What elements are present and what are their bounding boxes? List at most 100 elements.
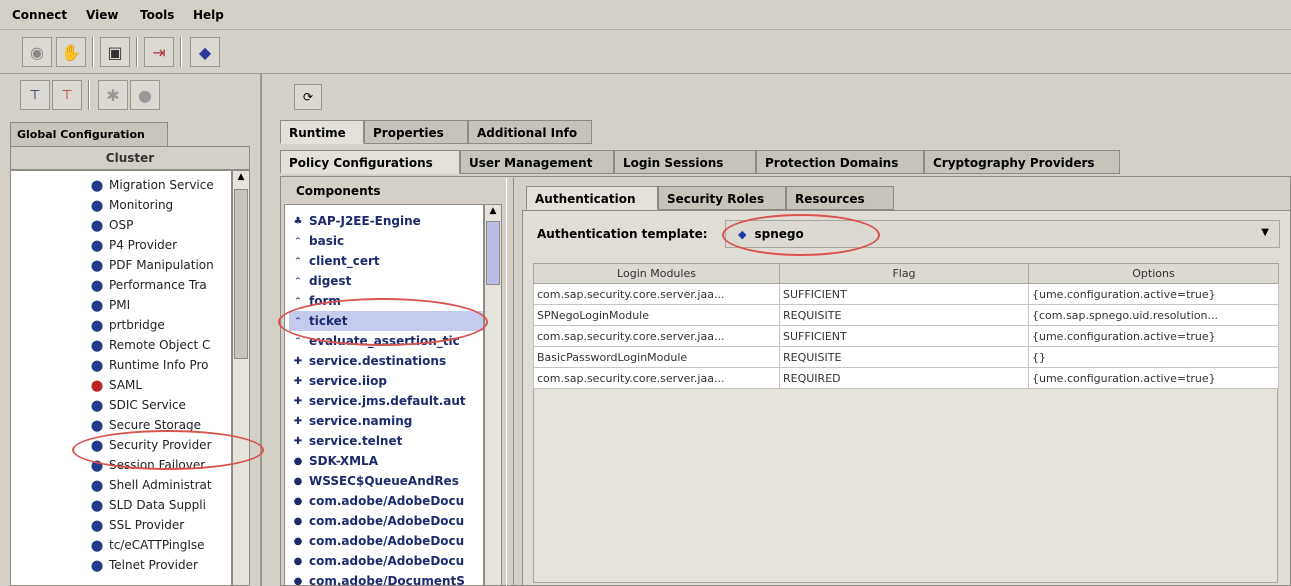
table-row[interactable]: SPNegoLoginModule REQUISITE {com.sap.spn… [533, 304, 1279, 326]
tree-item[interactable]: ⬤ SAML [89, 375, 142, 395]
tree-item[interactable]: ⬤ SDIC Service [89, 395, 186, 415]
template-value: ◆ spnego [738, 227, 804, 241]
list-item-label: SDK-XMLA [309, 454, 378, 468]
tree-alt-icon[interactable]: ⊤ [52, 80, 82, 110]
chevron-down-icon[interactable]: ▼ [1261, 227, 1269, 238]
list-item-label: ticket [309, 314, 348, 328]
split-divider[interactable] [506, 178, 514, 586]
cell-login-module: com.sap.security.core.server.jaa... [533, 367, 780, 389]
tree-item[interactable]: ⬤ OSP [89, 215, 133, 235]
tree-item[interactable]: ⬤ Secure Storage [89, 415, 201, 435]
scroll-thumb[interactable] [234, 189, 248, 359]
table-row[interactable]: com.sap.security.core.server.jaa... REQU… [533, 367, 1279, 389]
list-item[interactable]: ● com.adobe/DocumentS [289, 571, 465, 585]
tree-item[interactable]: ⬤ Performance Tra [89, 275, 207, 295]
scroll-thumb[interactable] [486, 221, 500, 285]
tab-user-management[interactable]: User Management [460, 150, 614, 174]
table-row[interactable]: com.sap.security.core.server.jaa... SUFF… [533, 283, 1279, 305]
tree-item[interactable]: ⬤ tc/eCATTPingIse [89, 535, 205, 555]
tree-item[interactable]: ⬤ Monitoring [89, 195, 173, 215]
list-item[interactable]: ᵔ basic [289, 231, 345, 251]
tab-properties[interactable]: Properties [364, 120, 468, 144]
list-item[interactable]: ᵔ evaluate_assertion_tic [289, 331, 460, 351]
table-row[interactable]: com.sap.security.core.server.jaa... SUFF… [533, 325, 1279, 347]
auth-tabs: Authentication Security Roles Resources [522, 186, 1291, 212]
tab-login-sessions[interactable]: Login Sessions [614, 150, 756, 174]
menu-connect[interactable]: Connect [12, 8, 67, 22]
tree-icon[interactable]: ⊤ [20, 80, 50, 110]
tab-additional-info[interactable]: Additional Info [468, 120, 592, 144]
list-item[interactable]: ● SDK-XMLA [289, 451, 378, 471]
tree-item-label: PDF Manipulation [109, 258, 214, 272]
tab-policy-configurations[interactable]: Policy Configurations [280, 150, 460, 174]
tab-protection-domains[interactable]: Protection Domains [756, 150, 924, 174]
tab-authentication[interactable]: Authentication [526, 186, 658, 210]
tree-item[interactable]: ⬤ P4 Provider [89, 235, 177, 255]
column-header-login-modules[interactable]: Login Modules [533, 263, 780, 284]
run-icon[interactable]: ✱ [98, 80, 128, 110]
tree-item-security-provider[interactable]: ⬤ Security Provider [89, 435, 212, 455]
tree-item-label: Session Failover [109, 458, 206, 472]
tree-item[interactable]: ⬤ Runtime Info Pro [89, 355, 209, 375]
list-item[interactable]: ● com.adobe/AdobeDocu [289, 491, 465, 511]
table-row[interactable]: BasicPasswordLoginModule REQUISITE {} [533, 346, 1279, 368]
toolbar-separator [92, 37, 94, 67]
scroll-up-icon[interactable]: ▲ [234, 172, 248, 186]
list-item[interactable]: ● WSSEC$QueueAndRes [289, 471, 459, 491]
menu-help[interactable]: Help [193, 8, 224, 22]
menu-tools[interactable]: Tools [140, 8, 174, 22]
list-item-label: digest [309, 274, 352, 288]
list-item-label: com.adobe/AdobeDocu [309, 494, 465, 508]
list-item[interactable]: ✚ service.iiop [289, 371, 387, 391]
menu-view[interactable]: View [86, 8, 118, 22]
connect-icon[interactable]: ◉ [22, 37, 52, 67]
tree-item[interactable]: ⬤ Remote Object C [89, 335, 211, 355]
tree-item[interactable]: ⬤ prtbridge [89, 315, 165, 335]
list-item-label: com.adobe/AdobeDocu [309, 534, 465, 548]
list-item[interactable]: ᵔ form [289, 291, 341, 311]
list-item[interactable]: ✚ service.destinations [289, 351, 446, 371]
list-item[interactable]: ✚ service.telnet [289, 431, 403, 451]
tree-item[interactable]: ⬤ SLD Data Suppli [89, 495, 206, 515]
toolbar-separator [136, 37, 138, 67]
tree-item[interactable]: ⬤ PDF Manipulation [89, 255, 214, 275]
list-item[interactable]: ● com.adobe/AdobeDocu [289, 551, 465, 571]
tree-item-label: SLD Data Suppli [109, 498, 206, 512]
tree-item[interactable]: ⬤ Session Failover [89, 455, 205, 475]
cluster-header[interactable]: Cluster [10, 146, 250, 170]
window-icon[interactable]: ▣ [100, 37, 130, 67]
disconnect-icon[interactable]: ✋ [56, 37, 86, 67]
column-header-options[interactable]: Options [1028, 263, 1279, 284]
tab-runtime[interactable]: Runtime [280, 120, 364, 144]
tree-item[interactable]: ⬤ Migration Service [89, 175, 214, 195]
tree-scrollbar[interactable]: ▲ [232, 170, 250, 586]
refresh-icon[interactable]: ⟳ [294, 84, 322, 110]
tab-global-configuration[interactable]: Global Configuration [10, 122, 168, 146]
policy-icon: ᵔ [295, 295, 301, 307]
column-header-flag[interactable]: Flag [779, 263, 1029, 284]
tree-item[interactable]: ⬤ Telnet Provider [89, 555, 198, 575]
list-item[interactable]: ᵔ digest [289, 271, 352, 291]
stop-icon[interactable]: ● [130, 80, 160, 110]
services-tree: ⬤ Migration Service ⬤ Monitoring ⬤ OSP ⬤ P4 … [10, 170, 232, 586]
tab-resources[interactable]: Resources [786, 186, 894, 210]
authentication-template-select[interactable]: ◆ spnego ▼ [725, 220, 1280, 248]
list-item-ticket-selected[interactable]: ᵔ ticket [289, 311, 483, 331]
tree-item[interactable]: ⬤ SSL Provider [89, 515, 184, 535]
list-item[interactable]: ● com.adobe/AdobeDocu [289, 511, 465, 531]
service-icon: ⬤ [90, 558, 104, 572]
key-icon[interactable]: ◆ [190, 37, 220, 67]
components-scrollbar[interactable]: ▲ [484, 204, 502, 586]
list-item[interactable]: ● com.adobe/AdobeDocu [289, 531, 465, 551]
exit-icon[interactable]: ⇥ [144, 37, 174, 67]
tree-item[interactable]: ⬤ Shell Administrat [89, 475, 212, 495]
list-item[interactable]: ♣ SAP-J2EE-Engine [289, 211, 421, 231]
tree-item-label: P4 Provider [109, 238, 178, 252]
list-item[interactable]: ✚ service.jms.default.aut [289, 391, 466, 411]
list-item[interactable]: ✚ service.naming [289, 411, 413, 431]
tab-security-roles[interactable]: Security Roles [658, 186, 786, 210]
tab-cryptography-providers[interactable]: Cryptography Providers [924, 150, 1120, 174]
tree-item[interactable]: ⬤ PMI [89, 295, 130, 315]
list-item[interactable]: ᵔ client_cert [289, 251, 380, 271]
scroll-up-icon[interactable]: ▲ [486, 206, 500, 220]
